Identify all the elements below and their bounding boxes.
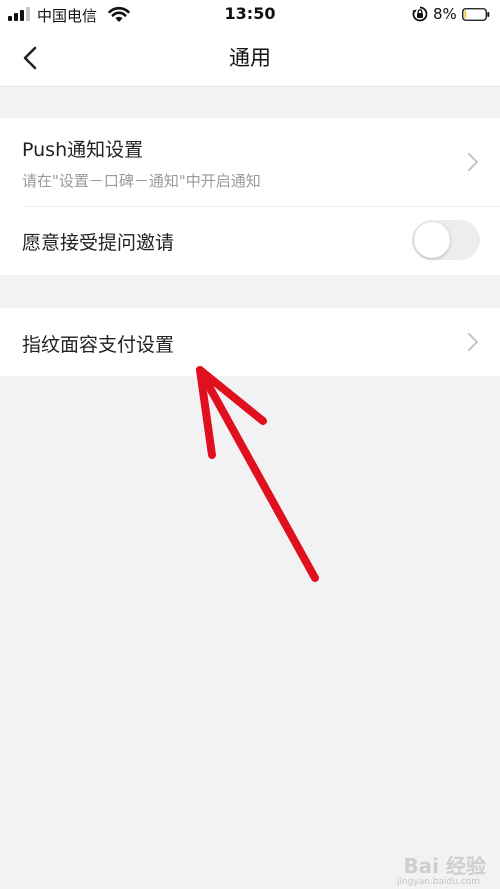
invite-settings-title: 愿意接受提问邀请 <box>22 232 175 254</box>
payment-settings-row[interactable]: 指纹面容支付设置 <box>0 308 500 376</box>
navigation-bar: 通用 <box>0 30 500 87</box>
chevron-right-icon <box>468 153 478 171</box>
toggle-knob <box>414 222 450 258</box>
settings-group-payment: 指纹面容支付设置 <box>0 308 500 376</box>
settings-group-notifications: Push通知设置 请在"设置－口碑－通知"中开启通知 愿意接受提问邀请 <box>0 118 500 275</box>
push-settings-row[interactable]: Push通知设置 请在"设置－口碑－通知"中开启通知 <box>0 118 500 206</box>
invite-toggle-switch[interactable] <box>412 220 480 260</box>
battery-icon <box>462 8 490 21</box>
invite-settings-row: 愿意接受提问邀请 <box>0 206 500 275</box>
status-bar: 中国电信 13:50 8% <box>0 0 500 30</box>
watermark-url: jingyan.baidu.com <box>396 877 480 887</box>
orientation-lock-icon <box>412 6 428 22</box>
page-title: 通用 <box>229 46 271 70</box>
watermark-logo: Bai 经验 <box>403 854 486 878</box>
chevron-right-icon <box>468 333 478 351</box>
battery-percent: 8% <box>433 5 457 23</box>
push-settings-subtitle: 请在"设置－口碑－通知"中开启通知 <box>22 172 261 190</box>
payment-settings-title: 指纹面容支付设置 <box>22 334 175 356</box>
push-settings-title: Push通知设置 <box>22 139 144 161</box>
phone-screen: 中国电信 13:50 8% 通用 Push通知设置 请在"设置－口碑－通知"中开… <box>0 0 500 889</box>
